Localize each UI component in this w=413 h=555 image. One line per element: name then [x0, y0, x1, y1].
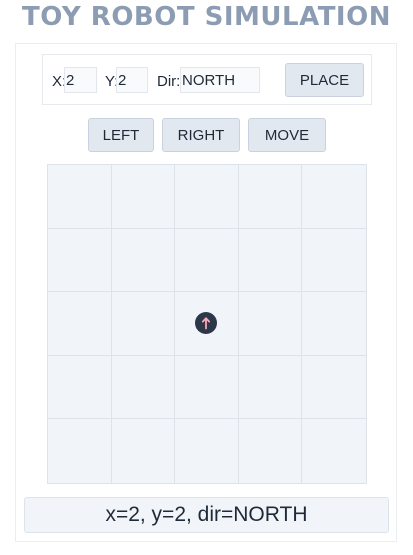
direction-input[interactable]: [180, 67, 260, 93]
app-title: TOY ROBOT SIMULATION: [22, 2, 391, 32]
board-cell: [48, 165, 112, 229]
board-cell: [239, 419, 303, 483]
board-cell: [175, 165, 239, 229]
board-cell: [175, 228, 239, 293]
board-grid: [47, 164, 367, 484]
board-cell: [48, 292, 112, 356]
board-cell: [302, 356, 366, 420]
board-cell: [48, 228, 112, 293]
board-cell: [302, 419, 366, 483]
board-cell: [112, 419, 176, 483]
board-cell: [238, 292, 303, 356]
board-cell: [175, 292, 239, 356]
place-button[interactable]: PLACE: [285, 63, 364, 97]
board-cell: [238, 355, 303, 420]
robot: [195, 312, 218, 335]
place-form: X: Y: Dir: PLACE: [42, 54, 372, 105]
x-input[interactable]: [64, 67, 97, 93]
board-cell: [238, 228, 303, 293]
right-button[interactable]: RIGHT: [162, 118, 240, 152]
board-cell: [111, 228, 176, 293]
board-cell: [302, 229, 366, 293]
move-button[interactable]: MOVE: [248, 118, 326, 152]
board-cell: [48, 355, 112, 420]
board-cell: [48, 419, 112, 483]
robot-status-report: x=2, y=2, dir=NORTH: [24, 497, 389, 533]
board-cell: [111, 355, 176, 420]
board-cell: [111, 292, 176, 356]
dir-label: Dir:: [157, 73, 181, 90]
board-cell: [302, 165, 366, 229]
board-cell: [238, 165, 303, 229]
y-input[interactable]: [116, 67, 148, 93]
board-cell: [175, 419, 239, 483]
board-cell: [302, 292, 366, 356]
board-cell: [111, 165, 176, 229]
left-button[interactable]: LEFT: [88, 118, 154, 152]
arrow-up-icon: [202, 317, 211, 330]
board-cell: [175, 355, 239, 420]
